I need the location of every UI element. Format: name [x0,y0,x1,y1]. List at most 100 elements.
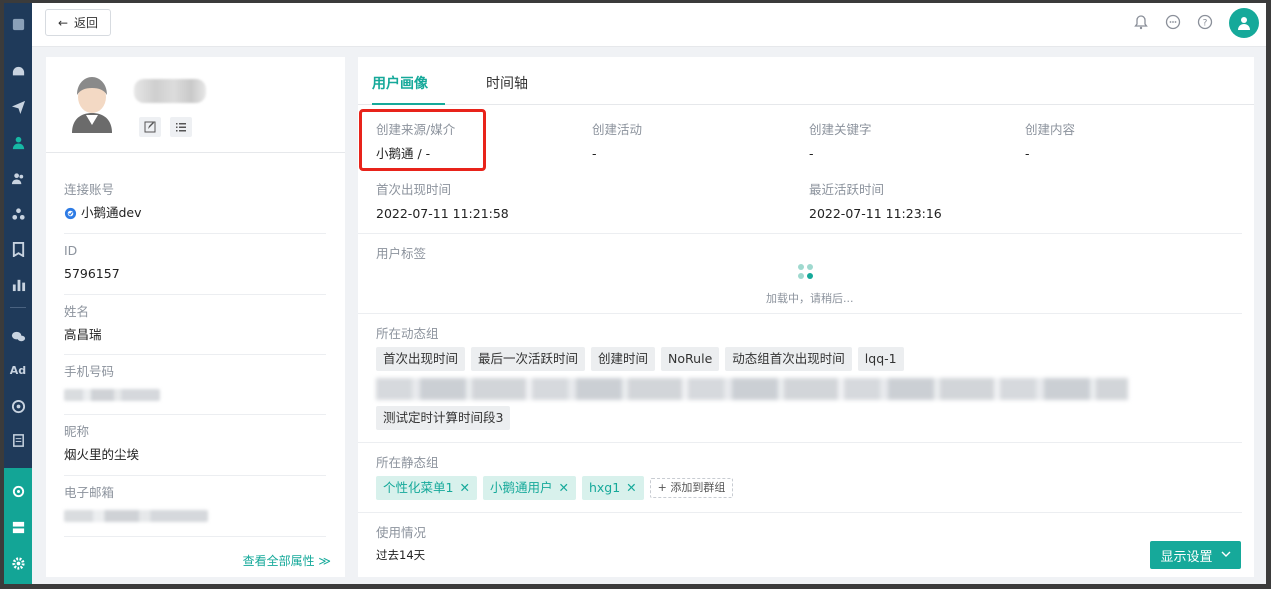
field-value: 高昌瑞 [64,327,102,342]
chevron-down-icon [1221,548,1231,563]
cluster-icon[interactable] [4,199,32,229]
field-name: 姓名 高昌瑞 [64,303,326,355]
logo-icon[interactable] [4,9,32,39]
dynamic-group-tag[interactable]: 动态组首次出现时间 [725,347,852,371]
user-name-redacted [134,79,206,103]
bar-chart-icon[interactable] [4,269,32,299]
dynamic-group-tags: 首次出现时间 最后一次活跃时间 创建时间 NoRule 动态组首次出现时间 lq… [376,347,904,371]
static-groups-title: 所在静态组 [376,455,439,470]
loading-text: 加载中，请稍后... [766,292,854,305]
static-group-tag[interactable]: hxg1 ✕ [581,476,644,500]
field-value: 5796157 [64,266,120,281]
divider [358,313,1242,314]
divider [358,512,1242,513]
users-icon[interactable] [4,163,32,193]
dynamic-group-tag[interactable]: 测试定时计算时间段3 [376,406,511,430]
help-icon[interactable]: ? [1196,13,1214,31]
field-label: 电子邮箱 [64,485,115,500]
edit-icon [144,121,156,133]
tab-bar: 用户画像 时间轴 [358,57,1254,105]
dashboard-icon[interactable] [4,57,32,87]
attr-label: 最近活跃时间 [809,182,885,197]
close-icon[interactable]: ✕ [459,476,469,500]
divider [358,233,1242,234]
field-value: 烟火里的尘埃 [64,447,140,462]
field-id: ID 5796157 [64,242,326,295]
edit-button[interactable] [139,117,161,137]
field-nickname: 昵称 烟火里的尘埃 [64,423,326,476]
static-group-tag[interactable]: 小鹅通用户 ✕ [482,476,576,500]
top-bar: ← 返回 ? [32,3,1266,47]
dynamic-groups-title: 所在动态组 [376,326,439,341]
wechat-icon[interactable] [4,321,32,351]
user-avatar [72,77,112,133]
attr-value: - [1025,146,1030,161]
attr-label: 创建内容 [1025,122,1076,137]
user-tags-title: 用户标签 [376,246,427,261]
field-label: 昵称 [64,424,90,439]
send-icon[interactable] [4,91,32,121]
view-all-attributes-link[interactable]: 查看全部属性 ≫ [243,552,331,569]
gear-icon[interactable] [4,548,32,578]
list-button[interactable] [170,117,192,137]
dynamic-group-tags-redacted [376,378,1128,400]
bookmark-icon[interactable] [4,234,32,264]
attr-label: 创建来源/媒介 [376,122,456,137]
bell-icon[interactable] [1132,13,1150,31]
usage-title: 使用情况 [376,525,427,540]
attr-label: 首次出现时间 [376,182,452,197]
attr-last-active: 最近活跃时间 2022-07-11 11:23:16 [809,181,942,223]
user-icon [1238,17,1250,30]
dynamic-group-tag[interactable]: lqq-1 [857,347,904,371]
static-group-tags: 个性化菜单1 ✕ 小鹅通用户 ✕ hxg1 ✕ + 添加到群组 [376,476,734,500]
attr-value: 2022-07-11 11:23:16 [809,206,942,221]
message-icon[interactable] [1164,13,1182,31]
display-settings-button[interactable]: 显示设置 [1150,541,1241,569]
dynamic-group-tag[interactable]: NoRule [661,347,720,371]
server-icon[interactable] [4,512,32,542]
linked-account-value: 小鹅通dev [81,205,142,220]
app-window: Ad ← 返回 ? 连接账号 小鹅通dev ID 5796157 姓名 高昌瑞 … [4,3,1266,584]
attr-campaign: 创建活动 - [592,121,642,163]
attr-label: 创建活动 [592,122,643,137]
dynamic-group-tag[interactable]: 创建时间 [591,347,656,371]
back-button[interactable]: ← 返回 [45,9,111,36]
attr-value: - [809,146,814,161]
dynamic-group-tag[interactable]: 首次出现时间 [376,347,466,371]
static-group-tag-label: 个性化菜单1 [383,480,454,495]
close-icon[interactable]: ✕ [558,476,568,500]
field-value: 小鹅通dev [64,203,326,223]
user-icon[interactable] [4,127,32,157]
field-label: 姓名 [64,304,90,319]
field-email: 电子邮箱 [64,484,326,537]
add-to-group-button[interactable]: + 添加到群组 [649,478,734,498]
attr-first-seen: 首次出现时间 2022-07-11 11:21:58 [376,181,509,223]
dynamic-group-tag[interactable]: 最后一次活跃时间 [471,347,586,371]
attr-source-medium: 创建来源/媒介 小鹅通 / - [376,121,455,163]
profile-panel: 连接账号 小鹅通dev ID 5796157 姓名 高昌瑞 手机号码 昵称 烟火… [46,57,345,577]
tab-timeline[interactable]: 时间轴 [486,73,528,105]
dynamic-group-tags-row3: 测试定时计算时间段3 [376,406,511,430]
tab-user-portrait[interactable]: 用户画像 [372,73,445,105]
attr-content: 创建内容 - [1025,121,1075,163]
document-icon[interactable] [4,425,32,455]
account-avatar[interactable] [1229,8,1259,38]
static-group-tag[interactable]: 个性化菜单1 ✕ [376,476,477,500]
display-settings-label: 显示设置 [1160,549,1213,565]
attr-keyword: 创建关键字 - [809,121,872,163]
close-icon[interactable]: ✕ [626,476,636,500]
field-value-redacted [64,506,326,526]
profile-header [46,57,345,153]
attr-label: 创建关键字 [809,122,872,137]
static-group-tag-label: hxg1 [588,480,621,495]
back-button-label: 返回 [74,16,99,30]
xiaoe-logo-icon [64,207,77,219]
target-icon[interactable] [4,391,32,421]
field-label: 手机号码 [64,364,115,379]
hub-icon[interactable] [4,476,32,506]
attr-value: 2022-07-11 11:21:58 [376,206,509,221]
field-phone: 手机号码 [64,363,326,415]
static-group-tag-label: 小鹅通用户 [489,480,553,495]
field-label: ID [64,243,78,258]
ad-icon[interactable]: Ad [4,355,32,385]
